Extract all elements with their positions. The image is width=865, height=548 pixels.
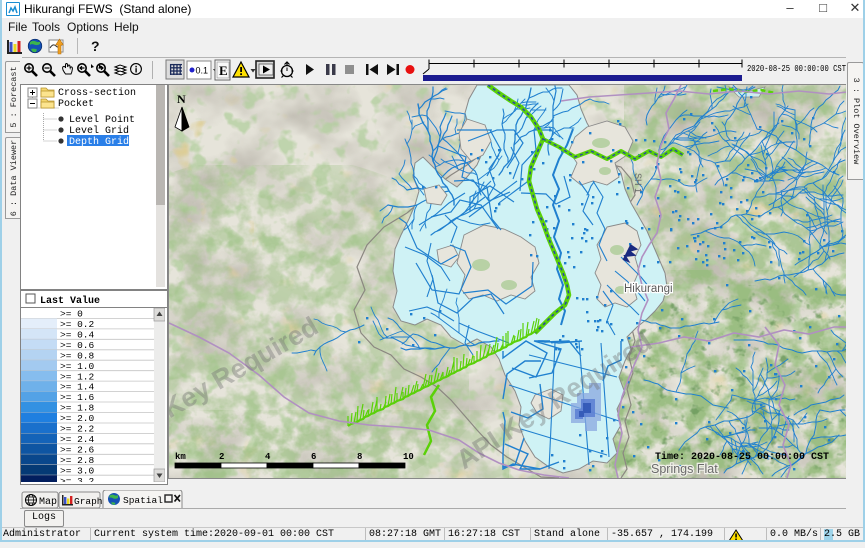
svg-text:>= 1.0: >= 1.0 (60, 361, 95, 372)
svg-text:Spatial: Spatial (123, 495, 163, 506)
svg-text:4: 4 (265, 452, 271, 462)
svg-text:E: E (219, 63, 228, 78)
svg-text:>= 0.8: >= 0.8 (60, 350, 95, 361)
svg-text:Graph: Graph (74, 496, 103, 507)
svg-text:Springs Flat: Springs Flat (651, 462, 718, 476)
svg-text:Cross-section: Cross-section (58, 87, 136, 99)
svg-text:>= 2.0: >= 2.0 (60, 413, 95, 424)
svg-text:8: 8 (357, 452, 362, 462)
svg-text:Time: 2020-08-25 00:00:00 CST: Time: 2020-08-25 00:00:00 CST (655, 451, 829, 463)
svg-text:>= 3.0: >= 3.0 (60, 465, 95, 476)
svg-text:10: 10 (403, 452, 414, 462)
svg-text:SH 1: SH 1 (633, 173, 643, 193)
svg-text:km: km (175, 452, 186, 462)
svg-text:>= 3.2: >= 3.2 (60, 476, 95, 482)
svg-text:6: 6 (311, 452, 316, 462)
svg-text:>= 0.2: >= 0.2 (60, 319, 95, 330)
svg-text:0.1: 0.1 (196, 66, 209, 76)
svg-text:>= 2.4: >= 2.4 (60, 434, 95, 445)
svg-text:?: ? (91, 38, 100, 54)
svg-text:Pocket: Pocket (58, 98, 94, 110)
svg-text:Hikurangi: Hikurangi (624, 283, 673, 295)
svg-text:2020-08-25 00:00:00 CST: 2020-08-25 00:00:00 CST (747, 63, 846, 74)
svg-text:>= 2.6: >= 2.6 (60, 444, 95, 455)
svg-text:N: N (177, 92, 186, 106)
svg-text:Level Point: Level Point (69, 114, 135, 126)
svg-text:Last Value: Last Value (40, 295, 100, 306)
svg-text:>= 0.6: >= 0.6 (60, 340, 95, 351)
svg-text:Depth Grid: Depth Grid (69, 136, 129, 148)
svg-text:>= 0.4: >= 0.4 (60, 330, 95, 341)
svg-text:>= 1.2: >= 1.2 (60, 371, 95, 382)
svg-text:2: 2 (219, 452, 224, 462)
svg-text:>= 2.8: >= 2.8 (60, 455, 95, 466)
svg-text:>= 1.6: >= 1.6 (60, 392, 95, 403)
svg-text:Map: Map (39, 497, 57, 508)
svg-text:>= 1.4: >= 1.4 (60, 382, 95, 393)
svg-text:>= 2.2: >= 2.2 (60, 424, 95, 435)
svg-text:>= 0: >= 0 (60, 309, 83, 320)
svg-text:>= 1.8: >= 1.8 (60, 403, 95, 414)
